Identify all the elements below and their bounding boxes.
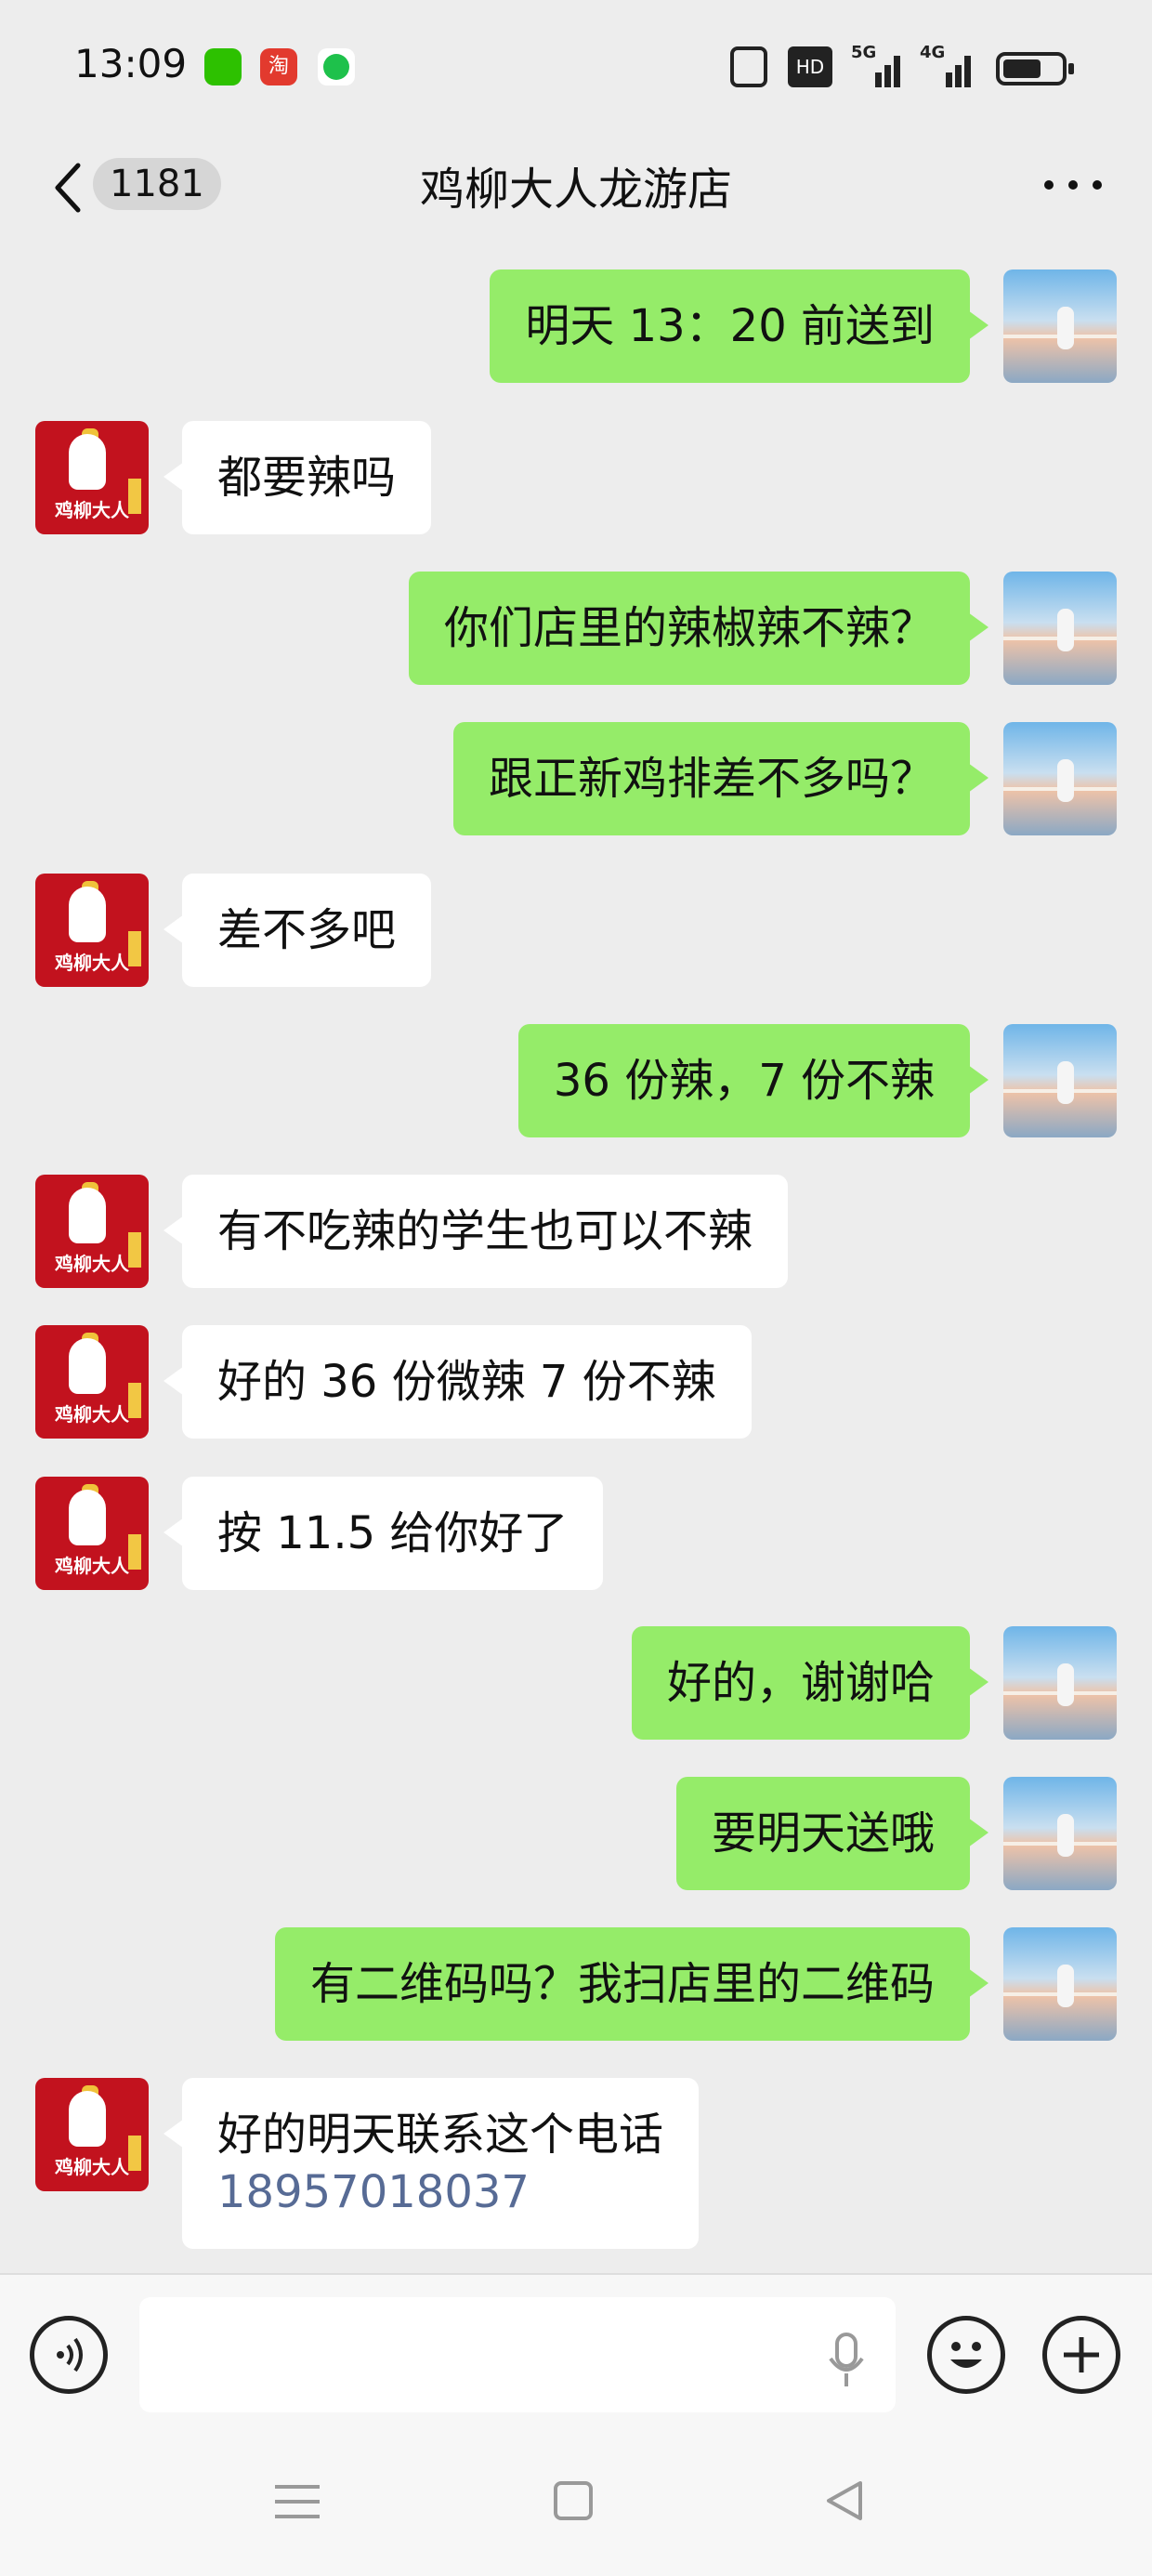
nav-back-icon[interactable] xyxy=(823,2477,866,2524)
contact-avatar[interactable]: 鸡柳大人 xyxy=(35,1325,149,1439)
message-bubble[interactable]: 你们店里的辣椒辣不辣？ xyxy=(408,572,989,685)
message-bubble[interactable]: 差不多吧 xyxy=(163,874,432,987)
signal-4g-icon: 4G xyxy=(920,43,975,87)
taobao-app-icon: 淘 xyxy=(260,48,297,85)
contact-avatar[interactable]: 鸡柳大人 xyxy=(35,2078,149,2191)
message-bubble[interactable]: 好的 36 份微辣 7 份不辣 xyxy=(164,1325,752,1439)
hd-voice-icon: HD xyxy=(788,46,832,87)
wechat-app-icon xyxy=(204,48,242,85)
my-avatar[interactable] xyxy=(1003,269,1117,383)
my-avatar[interactable] xyxy=(1003,572,1117,685)
input-bar xyxy=(0,2273,1152,2431)
contact-avatar[interactable]: 鸡柳大人 xyxy=(35,1477,149,1590)
emoji-icon[interactable] xyxy=(927,2316,1005,2394)
battery-icon xyxy=(996,52,1074,85)
contact-avatar[interactable]: 鸡柳大人 xyxy=(35,421,149,534)
message-bubble[interactable]: 36 份辣，7 份不辣 xyxy=(517,1024,989,1137)
message-bubble[interactable]: 有不吃辣的学生也可以不辣 xyxy=(163,1175,789,1288)
message-text: 好的明天联系这个电话 xyxy=(217,2109,664,2161)
my-avatar[interactable] xyxy=(1003,1626,1117,1740)
my-avatar[interactable] xyxy=(1003,1777,1117,1890)
status-time: 13:09 xyxy=(74,41,188,86)
signal-5g-icon: 5G xyxy=(851,43,903,87)
home-icon[interactable] xyxy=(554,2481,593,2520)
message-bubble[interactable]: 按 11.5 给你好了 xyxy=(163,1477,604,1590)
chat-title: 鸡柳大人龙游店 xyxy=(419,164,732,216)
message-bubble[interactable]: 好的，谢谢哈 xyxy=(631,1626,989,1740)
message-app-icon xyxy=(318,48,355,85)
my-avatar[interactable] xyxy=(1003,1927,1117,2041)
mic-icon[interactable] xyxy=(823,2329,870,2394)
message-bubble[interactable]: 有二维码吗？我扫店里的二维码 xyxy=(274,1927,989,2041)
message-input[interactable] xyxy=(139,2297,896,2412)
recent-apps-icon[interactable] xyxy=(275,2479,320,2524)
contact-avatar[interactable]: 鸡柳大人 xyxy=(35,874,149,987)
message-bubble[interactable]: 都要辣吗 xyxy=(163,421,432,534)
more-functions-icon[interactable] xyxy=(1042,2316,1120,2394)
my-avatar[interactable] xyxy=(1003,722,1117,835)
chat-header: 1181 鸡柳大人龙游店 xyxy=(0,139,1152,242)
my-avatar[interactable] xyxy=(1003,1024,1117,1137)
message-list[interactable]: 明天 13：20 前送到 鸡柳大人 都要辣吗 你们店里的辣椒辣不辣？ 跟正新鸡排… xyxy=(0,242,1152,2272)
nfc-icon xyxy=(730,46,767,87)
status-bar: 13:09 淘 HD 5G 4G xyxy=(0,0,1152,139)
system-nav-bar xyxy=(0,2431,1152,2576)
phone-number-link[interactable]: 18957018037 xyxy=(217,2163,663,2221)
message-bubble[interactable]: 明天 13：20 前送到 xyxy=(490,269,988,383)
voice-input-icon[interactable] xyxy=(30,2316,108,2394)
message-bubble[interactable]: 要明天送哦 xyxy=(675,1777,989,1890)
message-bubble[interactable]: 跟正新鸡排差不多吗？ xyxy=(452,722,989,835)
more-options-icon[interactable] xyxy=(1041,171,1106,199)
contact-avatar[interactable]: 鸡柳大人 xyxy=(35,1175,149,1288)
message-bubble[interactable]: 好的明天联系这个电话 18957018037 xyxy=(163,2078,700,2249)
